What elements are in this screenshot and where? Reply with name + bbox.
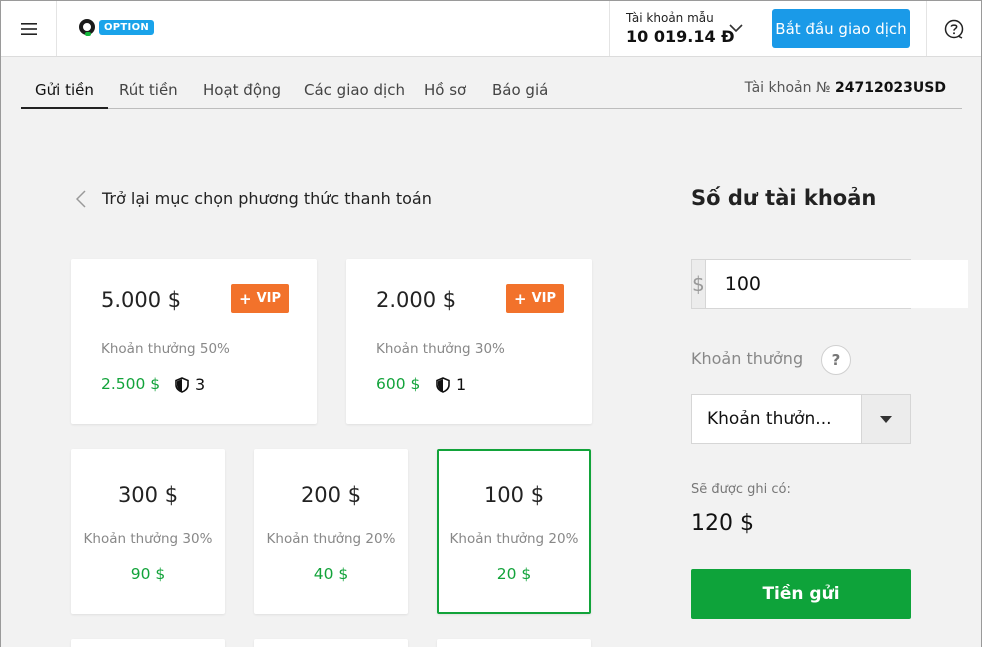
logo-badge: OPTION	[99, 19, 155, 35]
account-balance: 10 019.14 Đ	[626, 27, 735, 46]
bonus-label: Khoản thưởng	[691, 349, 804, 368]
tab-withdraw[interactable]: Rút tiền	[119, 81, 178, 109]
currency-prefix: $	[692, 260, 706, 308]
question-circle-icon	[944, 19, 964, 39]
tab-quotes[interactable]: Báo giá	[492, 81, 548, 109]
plus-icon: +	[514, 289, 527, 308]
tab-profile[interactable]: Hồ sơ	[424, 81, 466, 109]
brand-logo[interactable]: OPTION	[79, 19, 155, 36]
card-bonus: Khoản thưởng 50%	[101, 341, 230, 357]
deposit-option-card[interactable]: 5.000 $ + VIP Khoản thưởng 50% 2.500 $ 3	[71, 259, 317, 424]
help-button[interactable]	[926, 1, 981, 56]
tab-activity[interactable]: Hoạt động	[203, 81, 281, 109]
deposit-option-card[interactable]	[71, 639, 225, 647]
app-frame: OPTION Tài khoản mẫu 10 019.14 Đ Bắt đầu…	[0, 0, 982, 647]
account-number: Tài khoản № 24712023USD	[745, 80, 946, 96]
deposit-panel: Trở lại mục chọn phương thức thanh toán …	[21, 139, 968, 647]
deposit-option-card[interactable]: 300 $ Khoản thưởng 30% 90 $	[71, 449, 225, 614]
deposit-option-card-selected[interactable]: 100 $ Khoản thưởng 20% 20 $	[437, 449, 591, 614]
shield-count-value: 1	[456, 375, 467, 394]
shield-count: 1	[436, 375, 466, 394]
account-number-label: Tài khoản №	[744, 80, 831, 96]
chevron-down-icon	[729, 24, 743, 33]
account-number-value: 24712023USD	[834, 80, 946, 96]
amount-field: $	[691, 259, 968, 309]
deposit-option-card[interactable]	[437, 639, 591, 647]
back-to-payment-methods[interactable]: Trở lại mục chọn phương thức thanh toán	[76, 189, 432, 208]
deposit-option-card[interactable]	[254, 639, 408, 647]
deposit-option-card[interactable]: 2.000 $ + VIP Khoản thưởng 30% 600 $ 1	[346, 259, 592, 424]
bonus-select-value: Khoản thưởn...	[707, 409, 832, 429]
card-bonus: Khoản thưởng 30%	[83, 531, 213, 547]
top-header: OPTION Tài khoản mẫu 10 019.14 Đ Bắt đầu…	[1, 1, 981, 57]
hamburger-icon	[20, 22, 37, 35]
shield-icon	[436, 376, 450, 393]
credited-label: Sẽ được ghi có:	[691, 482, 791, 497]
card-bonus: Khoản thưởng 30%	[376, 341, 505, 357]
account-type-label: Tài khoản mẫu	[626, 11, 714, 25]
credited-value: 120 $	[691, 511, 754, 536]
deposit-option-card[interactable]: 200 $ Khoản thưởng 20% 40 $	[254, 449, 408, 614]
tab-transactions[interactable]: Các giao dịch	[304, 81, 405, 109]
account-selector[interactable]: Tài khoản mẫu 10 019.14 Đ	[609, 1, 757, 56]
card-amount: 300 $	[117, 483, 179, 507]
bonus-select[interactable]: Khoản thưởn...	[691, 394, 911, 444]
start-trading-button[interactable]: Bắt đầu giao dịch	[772, 9, 910, 48]
amount-input[interactable]	[705, 260, 968, 308]
shield-icon	[175, 376, 189, 393]
tab-bar: Gửi tiền Rút tiền Hoạt động Các giao dịc…	[21, 73, 962, 109]
chevron-left-icon	[76, 189, 86, 208]
vip-label: VIP	[531, 291, 557, 306]
card-bonus: Khoản thưởng 20%	[266, 531, 396, 547]
caret-down-icon	[880, 415, 892, 423]
card-reward: 40 $	[313, 565, 349, 583]
card-bonus: Khoản thưởng 20%	[449, 531, 579, 547]
vip-label: VIP	[256, 291, 282, 306]
shield-count: 3	[175, 375, 205, 394]
shield-count-value: 3	[195, 375, 206, 394]
plus-icon: +	[239, 289, 252, 308]
tab-deposit[interactable]: Gửi tiền	[21, 81, 108, 109]
card-reward: 90 $	[130, 565, 166, 583]
menu-button[interactable]	[1, 1, 57, 56]
back-link-label: Trở lại mục chọn phương thức thanh toán	[102, 189, 432, 208]
card-amount: 100 $	[483, 483, 545, 507]
card-amount: 200 $	[300, 483, 362, 507]
card-reward: 600 $	[376, 375, 421, 393]
logo-mark-icon	[79, 19, 95, 36]
vip-badge: + VIP	[506, 284, 565, 313]
card-amount: 5.000 $	[101, 288, 182, 312]
dropdown-caret[interactable]	[861, 395, 910, 443]
card-reward: 20 $	[496, 565, 532, 583]
card-reward: 2.500 $	[101, 375, 161, 393]
balance-title: Số dư tài khoản	[691, 186, 877, 210]
deposit-button[interactable]: Tiền gửi	[691, 569, 911, 619]
vip-badge: + VIP	[231, 284, 290, 313]
card-amount: 2.000 $	[376, 288, 457, 312]
bonus-help-button[interactable]: ?	[821, 345, 851, 375]
